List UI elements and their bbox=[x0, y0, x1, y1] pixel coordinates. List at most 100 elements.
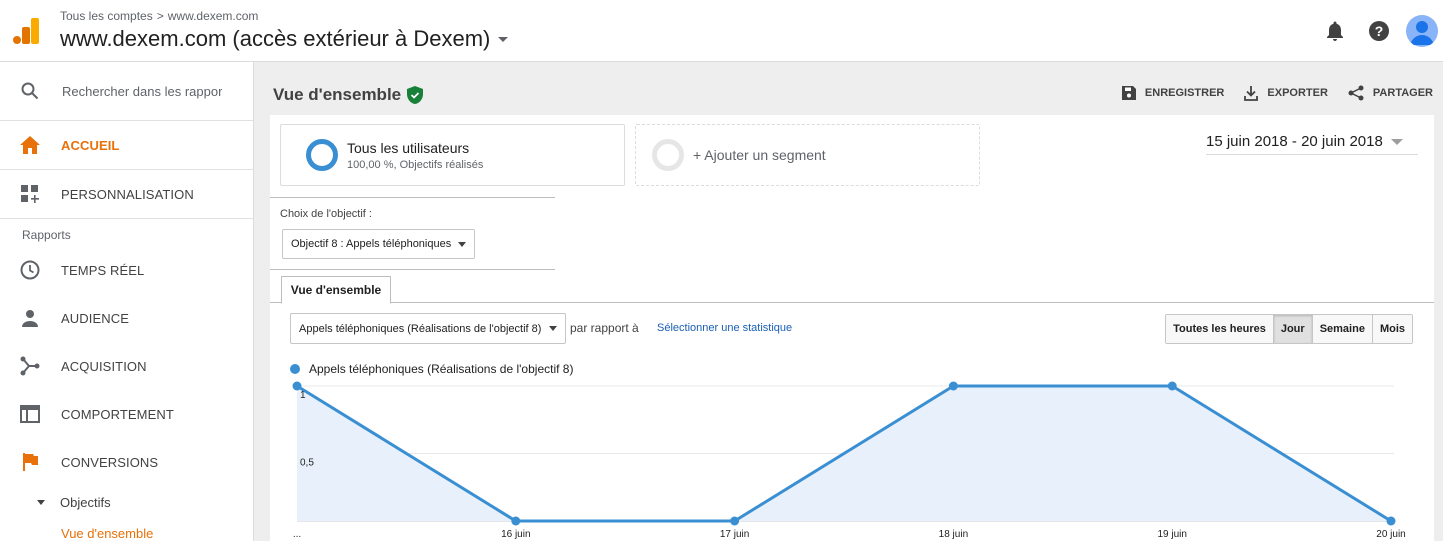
account-avatar-icon[interactable] bbox=[1406, 15, 1438, 47]
sidebar-item-comportement[interactable]: COMPORTEMENT bbox=[0, 390, 253, 438]
sidebar-item-label: ACQUISITION bbox=[61, 358, 147, 374]
x-tick-label: 20 juin bbox=[1376, 529, 1405, 540]
sidebar-item-acquisition[interactable]: ACQUISITION bbox=[0, 342, 253, 390]
data-point bbox=[1167, 381, 1177, 391]
page-title: Vue d'ensemble bbox=[273, 85, 424, 105]
chevron-down-icon bbox=[458, 242, 466, 247]
help-icon[interactable]: ? bbox=[1362, 14, 1396, 48]
behavior-icon bbox=[20, 404, 40, 424]
add-segment-button[interactable]: + Ajouter un segment bbox=[635, 124, 980, 186]
x-tick-label: ... bbox=[293, 529, 301, 540]
property-title: www.dexem.com (accès extérieur à Dexem) bbox=[60, 26, 491, 51]
save-label: ENREGISTRER bbox=[1144, 87, 1225, 99]
report-search[interactable]: Rechercher dans les rappor bbox=[0, 62, 253, 121]
verified-shield-icon bbox=[407, 86, 424, 104]
page-title-text: Vue d'ensemble bbox=[273, 85, 402, 104]
metric-select[interactable]: Appels téléphoniques (Réalisations de l'… bbox=[290, 313, 566, 344]
x-tick-label: 16 juin bbox=[501, 529, 530, 540]
sidebar-item-label: TEMPS RÉEL bbox=[61, 262, 145, 278]
sidebar-item-audience[interactable]: AUDIENCE bbox=[0, 294, 253, 342]
dashboard-add-icon bbox=[20, 184, 40, 204]
export-button[interactable]: EXPORTER bbox=[1244, 85, 1328, 101]
save-button[interactable]: ENREGISTRER bbox=[1121, 86, 1225, 100]
compare-label: par rapport à bbox=[570, 321, 639, 335]
y-tick-label: 1 bbox=[300, 390, 306, 401]
notifications-icon[interactable] bbox=[1318, 14, 1352, 48]
select-stat-link[interactable]: Sélectionner une statistique bbox=[657, 322, 792, 334]
x-tick-label: 17 juin bbox=[720, 529, 749, 540]
segment-subtitle: 100,00 %, Objectifs réalisés bbox=[347, 158, 484, 171]
share-button[interactable]: PARTAGER bbox=[1348, 85, 1433, 101]
data-point bbox=[1386, 516, 1396, 526]
svg-text:?: ? bbox=[1375, 23, 1384, 39]
goal-select[interactable]: Objectif 8 : Appels téléphoniques bbox=[282, 229, 475, 259]
goal-completions-chart[interactable]: 1 0,5... 16 juin 17 juin 18 juin 19 juin 20 ju… bbox=[270, 377, 1434, 541]
share-icon bbox=[1348, 85, 1364, 101]
chevron-down-icon bbox=[498, 36, 509, 42]
segment-ring-empty-icon bbox=[652, 139, 684, 171]
reports-section-label: Rapports bbox=[22, 228, 71, 242]
sidebar-item-label: PERSONNALISATION bbox=[61, 186, 194, 202]
report-header: Vue d'ensemble ENREGISTRER EXPORTER PART… bbox=[255, 63, 1443, 115]
data-point bbox=[511, 516, 521, 526]
export-label: EXPORTER bbox=[1267, 87, 1328, 99]
granularity-week-button[interactable]: Semaine bbox=[1311, 315, 1372, 343]
top-bar: Tous les comptes > www.dexem.com www.dexem… bbox=[0, 0, 1443, 62]
segment-ring-icon bbox=[306, 139, 338, 171]
y-tick-label: 0,5 bbox=[300, 458, 314, 469]
flag-icon bbox=[20, 452, 40, 472]
x-tick-label: 19 juin bbox=[1157, 529, 1186, 540]
sidebar-item-label: Objectifs bbox=[60, 494, 111, 510]
breadcrumb-property[interactable]: www.dexem.com bbox=[168, 9, 259, 23]
data-point bbox=[730, 516, 740, 526]
sidebar-item-label: ACCUEIL bbox=[61, 137, 120, 153]
x-tick-label: 18 juin bbox=[939, 529, 968, 540]
sidebar-item-label: AUDIENCE bbox=[61, 310, 129, 326]
expand-caret-icon bbox=[37, 499, 45, 505]
add-segment-label: + Ajouter un segment bbox=[693, 147, 826, 163]
chevron-down-icon bbox=[1390, 138, 1403, 145]
sidebar-item-vue-ensemble[interactable]: Vue d'ensemble bbox=[0, 518, 253, 541]
share-label: PARTAGER bbox=[1372, 87, 1433, 99]
acquisition-icon bbox=[20, 356, 40, 376]
analytics-logo-icon[interactable] bbox=[13, 18, 39, 44]
download-icon bbox=[1244, 85, 1259, 101]
search-icon bbox=[21, 82, 39, 100]
sidebar-item-conversions[interactable]: CONVERSIONS bbox=[0, 438, 253, 486]
sidebar-item-accueil[interactable]: ACCUEIL bbox=[0, 121, 253, 169]
save-icon bbox=[1121, 86, 1136, 100]
goal-label: Choix de l'objectif : bbox=[280, 208, 372, 220]
granularity-day-button[interactable]: Jour bbox=[1272, 315, 1312, 343]
sidebar: Rechercher dans les rappor ACCUEIL PERSO… bbox=[0, 62, 254, 541]
legend-swatch bbox=[290, 364, 300, 374]
sidebar-item-temps-reel[interactable]: TEMPS RÉEL bbox=[0, 246, 253, 294]
breadcrumb[interactable]: Tous les comptes > www.dexem.com bbox=[60, 9, 258, 23]
property-selector[interactable]: www.dexem.com (accès extérieur à Dexem) bbox=[60, 26, 509, 52]
metric-select-value: Appels téléphoniques (Réalisations de l'… bbox=[299, 322, 542, 335]
date-range-value: 15 juin 2018 - 20 juin 2018 bbox=[1206, 133, 1383, 150]
granularity-toggle: Toutes les heures Jour Semaine Mois bbox=[1165, 314, 1413, 344]
legend-label: Appels téléphoniques (Réalisations de l'… bbox=[309, 362, 574, 376]
breadcrumb-separator: > bbox=[156, 9, 164, 23]
sidebar-item-personnalisation[interactable]: PERSONNALISATION bbox=[0, 170, 253, 218]
sidebar-item-label: CONVERSIONS bbox=[61, 454, 159, 470]
tab-vue-ensemble[interactable]: Vue d'ensemble bbox=[281, 276, 391, 304]
granularity-month-button[interactable]: Mois bbox=[1371, 315, 1412, 343]
granularity-hourly-button[interactable]: Toutes les heures bbox=[1166, 315, 1273, 343]
clock-icon bbox=[20, 260, 40, 280]
segment-title: Tous les utilisateurs bbox=[347, 139, 470, 156]
report-panel: Tous les utilisateurs 100,00 %, Objectif… bbox=[270, 115, 1434, 541]
breadcrumb-account[interactable]: Tous les comptes bbox=[60, 9, 153, 23]
goal-chooser: Choix de l'objectif : Objectif 8 : Appel… bbox=[270, 197, 555, 270]
search-input[interactable]: Rechercher dans les rappor bbox=[62, 84, 222, 99]
chart-legend: Appels téléphoniques (Réalisations de l'… bbox=[290, 362, 573, 376]
segment-all-users[interactable]: Tous les utilisateurs 100,00 %, Objectif… bbox=[280, 124, 625, 186]
chevron-down-icon bbox=[549, 326, 557, 331]
date-range-picker[interactable]: 15 juin 2018 - 20 juin 2018 bbox=[1206, 129, 1418, 155]
home-icon bbox=[20, 135, 40, 155]
tab-bar: Vue d'ensemble bbox=[270, 275, 1434, 304]
sidebar-item-objectifs[interactable]: Objectifs bbox=[0, 486, 253, 518]
person-icon bbox=[20, 308, 40, 328]
goal-select-value: Objectif 8 : Appels téléphoniques bbox=[291, 238, 452, 250]
data-point bbox=[948, 381, 958, 391]
